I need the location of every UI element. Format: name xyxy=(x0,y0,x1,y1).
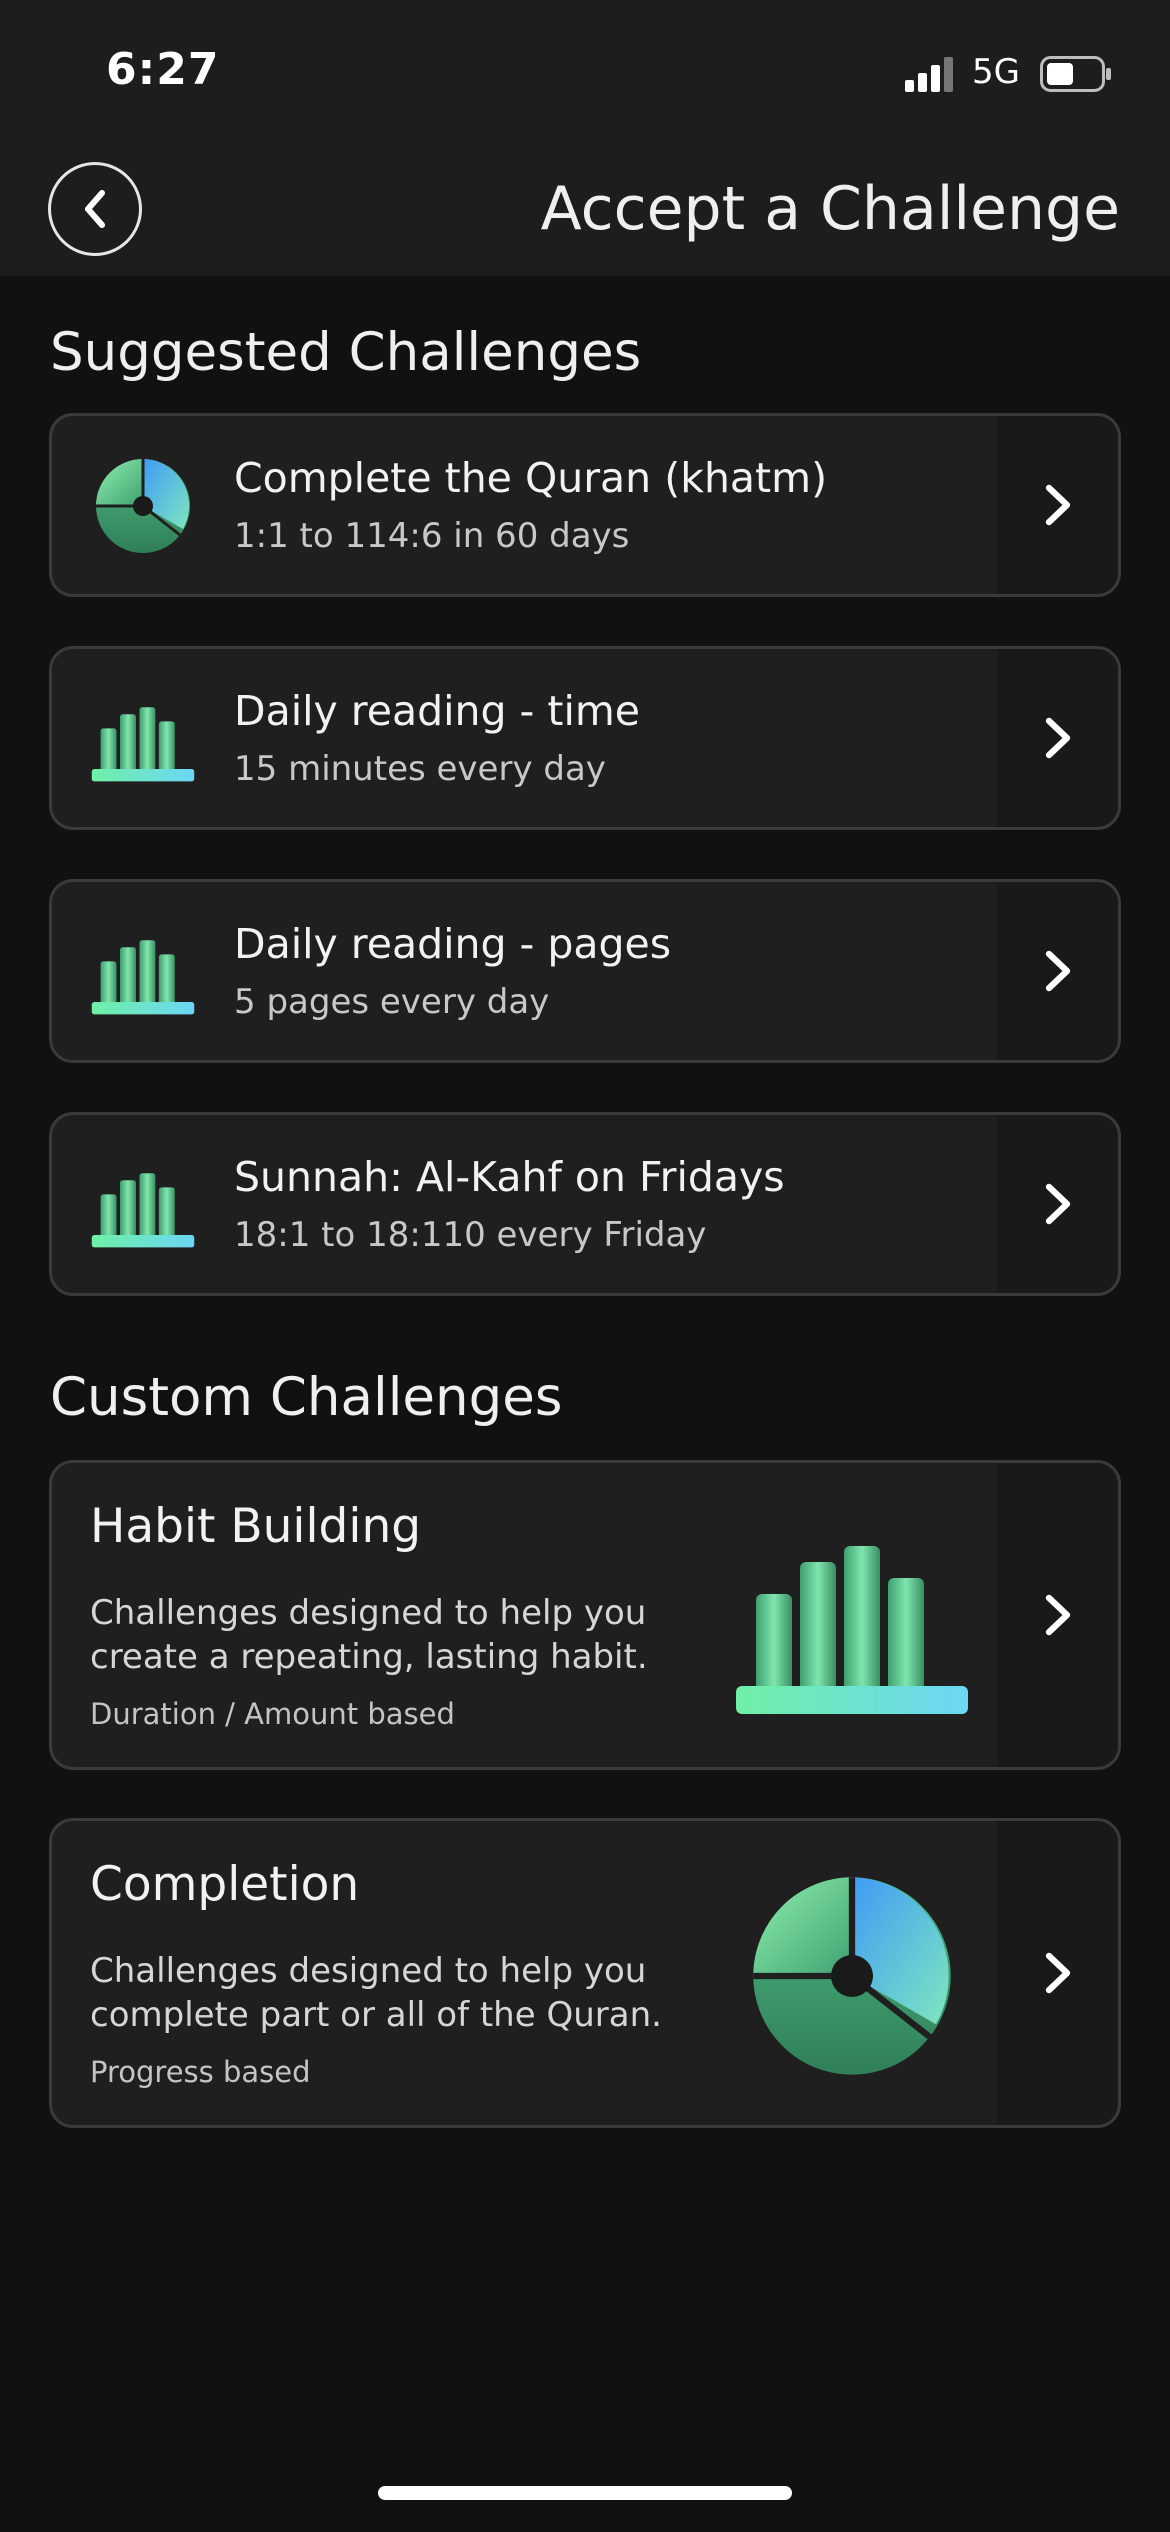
suggested-section-title: Suggested Challenges xyxy=(50,322,642,383)
chevron-right-icon xyxy=(1040,948,1076,994)
custom-card-description: Challenges designed to help you complete… xyxy=(90,1951,662,2035)
challenge-card-al-kahf[interactable]: Sunnah: Al-Kahf on Fridays 18:1 to 18:11… xyxy=(49,1112,1121,1296)
challenge-card-daily-pages[interactable]: Daily reading - pages 5 pages every day xyxy=(49,879,1121,1063)
challenge-subtitle: 18:1 to 18:110 every Friday xyxy=(234,1215,707,1255)
chevron-right-icon xyxy=(1040,482,1076,528)
card-arrow[interactable] xyxy=(997,1821,1118,2125)
back-button[interactable] xyxy=(48,162,142,256)
battery-icon xyxy=(1040,56,1111,92)
pie-chart-icon xyxy=(732,1871,972,2081)
custom-card-meta: Progress based xyxy=(90,2055,311,2089)
challenge-subtitle: 5 pages every day xyxy=(234,982,550,1022)
card-arrow[interactable] xyxy=(997,416,1118,594)
challenge-title: Daily reading - pages xyxy=(234,920,672,968)
custom-card-meta: Duration / Amount based xyxy=(90,1697,455,1731)
bar-chart-icon xyxy=(90,922,196,1022)
custom-card-title: Habit Building xyxy=(90,1499,422,1554)
challenge-title: Daily reading - time xyxy=(234,687,640,735)
card-arrow[interactable] xyxy=(997,1463,1118,1767)
chevron-left-icon xyxy=(85,190,105,228)
pie-chart-icon xyxy=(90,456,196,556)
nav-header: Accept a Challenge xyxy=(0,150,1170,276)
challenge-subtitle: 1:1 to 114:6 in 60 days xyxy=(234,516,630,556)
custom-card-habit-building[interactable]: Habit Building Challenges designed to he… xyxy=(49,1460,1121,1770)
network-label: 5G xyxy=(972,52,1020,92)
challenge-title: Complete the Quran (khatm) xyxy=(234,454,828,502)
signal-icon xyxy=(905,57,953,92)
challenge-title: Sunnah: Al-Kahf on Fridays xyxy=(234,1153,785,1201)
chevron-right-icon xyxy=(1040,1950,1076,1996)
bar-chart-icon xyxy=(732,1513,972,1723)
status-time: 6:27 xyxy=(106,44,220,95)
bar-chart-icon xyxy=(90,1155,196,1255)
status-bar: 6:27 5G xyxy=(0,0,1170,150)
card-arrow[interactable] xyxy=(997,1115,1118,1293)
home-indicator[interactable] xyxy=(378,2486,792,2500)
custom-card-description: Challenges designed to help you create a… xyxy=(90,1593,648,1677)
chevron-right-icon xyxy=(1040,1181,1076,1227)
custom-card-title: Completion xyxy=(90,1857,360,1912)
page-title: Accept a Challenge xyxy=(540,174,1120,244)
challenge-card-daily-time[interactable]: Daily reading - time 15 minutes every da… xyxy=(49,646,1121,830)
chevron-right-icon xyxy=(1040,1592,1076,1638)
challenge-subtitle: 15 minutes every day xyxy=(234,749,606,789)
challenge-card-khatm[interactable]: Complete the Quran (khatm) 1:1 to 114:6 … xyxy=(49,413,1121,597)
card-arrow[interactable] xyxy=(997,649,1118,827)
custom-section-title: Custom Challenges xyxy=(50,1367,563,1428)
chevron-right-icon xyxy=(1040,715,1076,761)
card-arrow[interactable] xyxy=(997,882,1118,1060)
bar-chart-icon xyxy=(90,689,196,789)
custom-card-completion[interactable]: Completion Challenges designed to help y… xyxy=(49,1818,1121,2128)
